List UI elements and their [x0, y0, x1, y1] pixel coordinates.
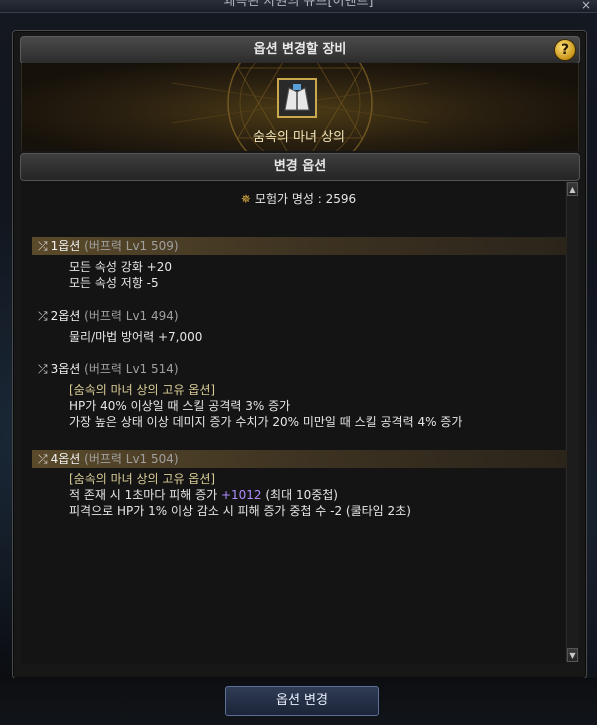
coat-item-icon — [279, 80, 315, 116]
option-number: 3옵션 — [50, 362, 81, 376]
help-icon[interactable]: ? — [554, 39, 576, 61]
shuffle-icon: ⤮ — [38, 362, 48, 376]
option-2-header: ⤮ 2옵션 (버프력 Lv1 494) — [32, 307, 567, 325]
option-line: 적 존재 시 1초마다 피해 증가 +1012 (최대 10중첩) — [69, 487, 338, 503]
option-line-text: 적 존재 시 1초마다 피해 증가 — [69, 488, 221, 502]
shuffle-icon: ⤮ — [38, 309, 48, 323]
change-options-header: 변경 옵션 — [20, 153, 580, 181]
scroll-down-icon[interactable]: ▼ — [567, 648, 578, 662]
renown-label: 모험가 명성 — [254, 192, 314, 206]
window-title: 왜곡된 차원의 큐브[이벤트] — [223, 0, 374, 9]
unique-option-label: [숨속의 마녀 상의 고유 옵션] — [69, 383, 216, 397]
item-slot[interactable] — [277, 78, 317, 118]
close-icon[interactable]: × — [581, 0, 591, 12]
change-options-title: 변경 옵션 — [273, 159, 327, 174]
shuffle-icon: ⤮ — [38, 452, 48, 466]
option-number: 4옵션 — [50, 452, 81, 466]
option-line: 물리/마법 방어력 +7,000 — [69, 330, 203, 344]
change-option-button[interactable]: 옵션 변경 — [225, 686, 379, 716]
option-line: 피격으로 HP가 1% 이상 감소 시 피해 증가 중첩 수 -2 (쿨타임 2… — [69, 504, 411, 518]
unique-option-label: [숨속의 마녀 상의 고유 옵션] — [69, 472, 216, 486]
option-buff-power: (버프력 Lv1 494) — [84, 309, 179, 323]
window-title-bar: 왜곡된 차원의 큐브[이벤트] × — [0, 0, 597, 13]
option-3-header: ⤮ 3옵션 (버프력 Lv1 514) — [32, 360, 567, 378]
renown-separator: : — [313, 192, 326, 206]
renown-value: 2596 — [325, 192, 357, 206]
option-buff-power: (버프력 Lv1 514) — [84, 362, 179, 376]
scrollbar[interactable]: ▲ ▼ — [566, 182, 579, 662]
renown-icon: ✵ — [240, 192, 251, 206]
shuffle-icon: ⤮ — [38, 239, 48, 253]
option-1-header: ⤮ 1옵션 (버프력 Lv1 509) — [32, 237, 567, 255]
option-buff-power: (버프력 Lv1 509) — [84, 239, 179, 253]
option-4-header: ⤮ 4옵션 (버프력 Lv1 504) — [32, 450, 567, 468]
option-line: 모든 속성 저항 -5 — [69, 276, 159, 290]
option-line-text: (최대 10중첩) — [261, 488, 338, 502]
item-name: 숨속의 마녀 상의 — [253, 130, 345, 145]
renown-display: ✵ 모험가 명성 : 2596 — [0, 190, 597, 207]
option-number: 1옵션 — [50, 239, 81, 253]
option-line-value: +1012 — [220, 488, 262, 502]
equipment-header: 옵션 변경할 장비 ? — [20, 36, 580, 64]
option-number: 2옵션 — [50, 309, 81, 323]
option-line: 가장 높은 상태 이상 데미지 증가 수치가 20% 미만일 때 스킬 공격력 … — [69, 415, 463, 429]
option-line: 모든 속성 강화 +20 — [69, 260, 173, 274]
equipment-header-title: 옵션 변경할 장비 — [253, 42, 347, 57]
option-line: HP가 40% 이상일 때 스킬 공격력 3% 증가 — [69, 399, 291, 413]
option-buff-power: (버프력 Lv1 504) — [84, 452, 179, 466]
